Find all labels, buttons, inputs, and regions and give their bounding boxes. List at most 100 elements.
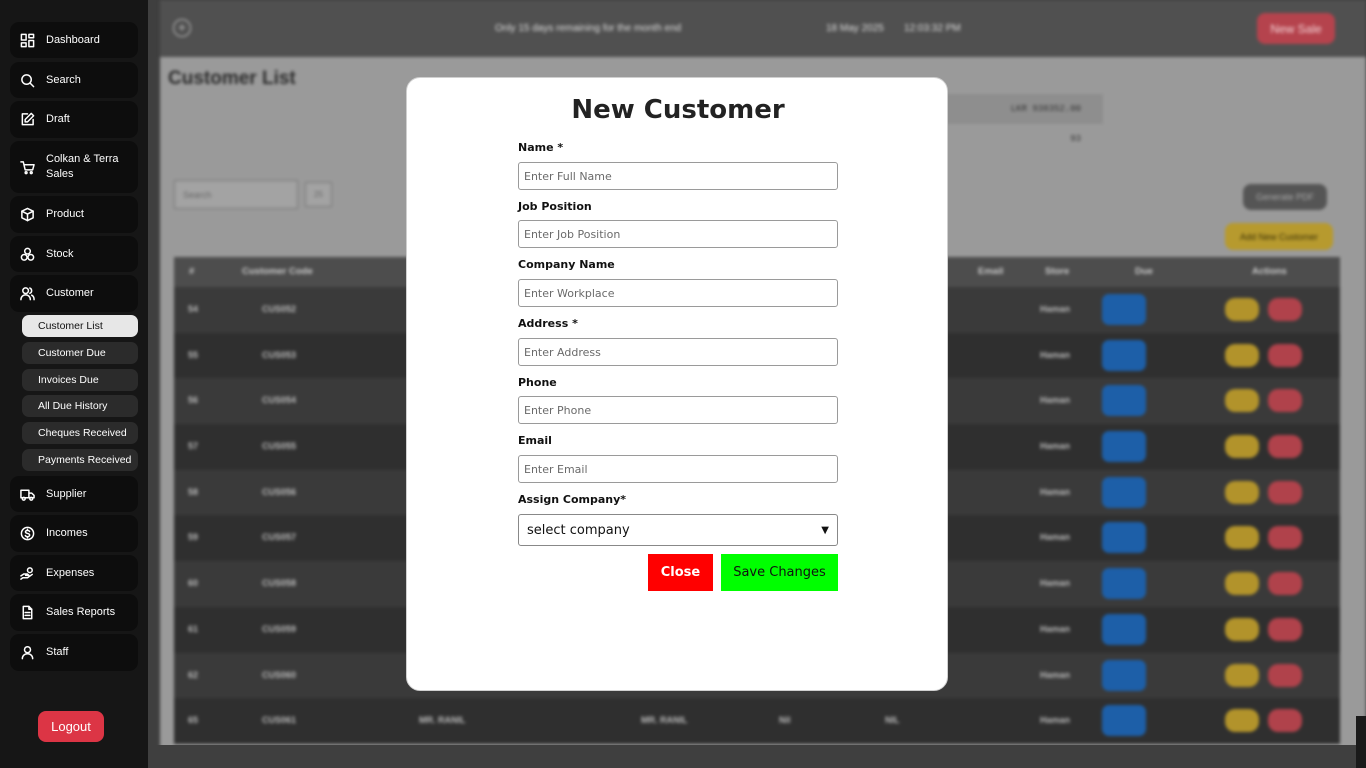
company-name-field[interactable]: [518, 279, 838, 307]
stock-icon: [19, 246, 35, 262]
column-header: Customer Code: [242, 266, 313, 277]
view-due-button[interactable]: [1102, 339, 1146, 371]
sidebar-item-supplier[interactable]: Supplier: [10, 476, 138, 512]
row-number: 58: [188, 486, 199, 497]
job-position-label: Job Position: [518, 200, 592, 213]
sidebar-item-label: Stock: [46, 247, 74, 260]
edit-button[interactable]: [1225, 298, 1259, 321]
sidebar-item-dashboard[interactable]: Dashboard: [10, 22, 138, 58]
delete-button[interactable]: [1268, 526, 1302, 550]
customer-code: CUS054: [262, 395, 297, 406]
customer-code: CUS056: [262, 486, 297, 497]
delete-button[interactable]: [1268, 343, 1302, 367]
delete-button[interactable]: [1268, 389, 1302, 413]
view-due-button[interactable]: [1102, 522, 1146, 554]
edit-button[interactable]: [1225, 617, 1259, 641]
month-end-message: Only 15 days remaining for the month end: [495, 23, 682, 34]
row-number: 62: [188, 669, 199, 680]
customer-code: CUS052: [262, 304, 297, 314]
save-changes-button[interactable]: Save Changes: [721, 554, 838, 591]
row-number: 55: [188, 349, 199, 360]
edit-button[interactable]: [1225, 663, 1259, 687]
view-due-button[interactable]: [1102, 385, 1146, 417]
modal-title: New Customer: [571, 95, 785, 125]
contact-name: MR. RANIL: [641, 715, 688, 726]
window-corner: [1356, 716, 1366, 768]
email-field[interactable]: [518, 455, 838, 483]
sidebar-item-draft[interactable]: Draft: [10, 101, 138, 138]
row-number: 59: [188, 532, 199, 543]
sidebar-item-staff[interactable]: Staff: [10, 634, 138, 671]
email-label: Email: [518, 434, 552, 447]
hand-coins-icon: [19, 565, 35, 581]
summary-amount: LKR 938352.00: [1010, 104, 1081, 114]
users-icon: [19, 286, 35, 302]
edit-button[interactable]: [1225, 343, 1259, 367]
assign-company-value: select company: [527, 522, 630, 538]
customer-code: CUS059: [262, 623, 297, 634]
submenu-customer-list[interactable]: Customer List: [22, 315, 138, 337]
sidebar-item-label: Draft: [46, 113, 70, 125]
address-label: Address *: [518, 317, 578, 330]
delete-button[interactable]: [1268, 572, 1302, 596]
edit-button[interactable]: [1225, 526, 1259, 550]
customer-code: CUS061: [262, 715, 297, 726]
store-cell: Haman: [1040, 441, 1071, 452]
store-cell: Haman: [1040, 669, 1071, 680]
submenu-customer-due[interactable]: Customer Due: [22, 342, 138, 364]
edit-button[interactable]: [1225, 709, 1259, 733]
edit-button[interactable]: [1225, 480, 1259, 504]
view-due-button[interactable]: [1102, 659, 1146, 691]
sidebar-item-stock[interactable]: Stock: [10, 236, 138, 272]
delete-button[interactable]: [1268, 617, 1302, 641]
job-position-field[interactable]: [518, 220, 838, 248]
view-due-button[interactable]: [1102, 568, 1146, 600]
delete-button[interactable]: [1268, 480, 1302, 504]
delete-button[interactable]: [1268, 435, 1302, 459]
submenu-invoices-due[interactable]: Invoices Due: [22, 369, 138, 391]
sidebar-item-label: Colkan & Terra Sales: [46, 153, 119, 180]
sidebar-item-search[interactable]: Search: [10, 62, 138, 98]
customer-code: CUS055: [262, 441, 297, 452]
page-size-select[interactable]: 25: [305, 182, 332, 207]
view-due-button[interactable]: [1102, 431, 1146, 463]
submenu-cheques-received[interactable]: Cheques Received: [22, 422, 138, 444]
box-icon: [19, 207, 35, 223]
edit-button[interactable]: [1225, 572, 1259, 596]
view-due-button[interactable]: [1102, 476, 1146, 508]
close-button[interactable]: Close: [648, 554, 713, 591]
sidebar-item-expenses[interactable]: Expenses: [10, 555, 138, 591]
truck-icon: [19, 486, 35, 502]
delete-button[interactable]: [1268, 663, 1302, 687]
submenu-all-due-history[interactable]: All Due History: [22, 395, 138, 417]
add-new-customer-button[interactable]: Add New Customer: [1225, 223, 1333, 250]
sidebar-item-colkan-terra-sales[interactable]: Colkan & Terra Sales: [10, 141, 138, 193]
store-cell: Haman: [1040, 715, 1071, 726]
view-due-button[interactable]: [1102, 613, 1146, 645]
assign-company-label: Assign Company*: [518, 493, 627, 506]
view-due-button[interactable]: [1102, 705, 1146, 737]
add-circle-icon[interactable]: +: [173, 19, 191, 37]
sidebar-item-sales-reports[interactable]: Sales Reports: [10, 594, 138, 631]
view-due-button[interactable]: [1102, 294, 1146, 325]
edit-button[interactable]: [1225, 389, 1259, 413]
new-sale-button[interactable]: New Sale: [1257, 13, 1335, 44]
customer-code: CUS058: [262, 578, 297, 589]
generate-pdf-button[interactable]: Generate PDF: [1243, 184, 1327, 210]
address-field[interactable]: [518, 338, 838, 366]
phone-field[interactable]: [518, 396, 838, 424]
search-input[interactable]: Search: [174, 180, 298, 209]
submenu-payments-received[interactable]: Payments Received: [22, 449, 138, 471]
sidebar-item-label: Supplier: [46, 487, 87, 500]
assign-company-select[interactable]: select company ▼: [518, 514, 838, 546]
delete-button[interactable]: [1268, 709, 1302, 733]
phone-label: Phone: [518, 376, 557, 389]
sidebar-item-customer[interactable]: Customer: [10, 275, 138, 312]
edit-button[interactable]: [1225, 435, 1259, 459]
delete-button[interactable]: [1268, 298, 1302, 321]
name-field[interactable]: [518, 162, 838, 190]
sidebar-item-product[interactable]: Product: [10, 196, 138, 233]
file-icon: [19, 605, 35, 621]
sidebar-item-incomes[interactable]: Incomes: [10, 515, 138, 552]
logout-button[interactable]: Logout: [38, 711, 104, 742]
